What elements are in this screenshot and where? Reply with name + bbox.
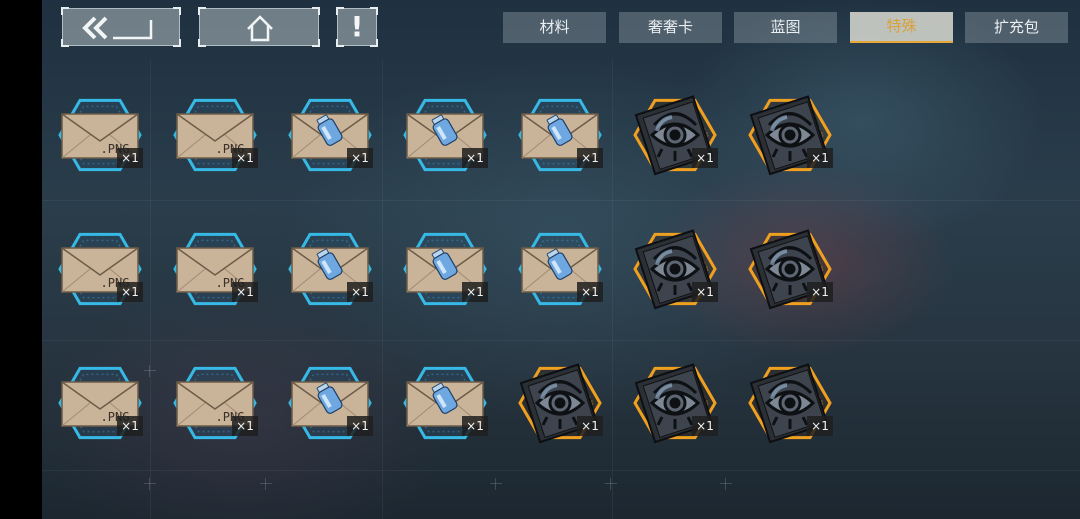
envelope-bottle-item[interactable]: ×1: [287, 225, 377, 315]
quantity-badge: ×1: [462, 282, 488, 302]
envelope-bottle-item[interactable]: ×1: [287, 91, 377, 181]
quantity-badge: ×1: [232, 148, 258, 168]
grid-plus-mark: [720, 478, 732, 490]
quantity-badge: ×1: [577, 282, 603, 302]
eye-card-item[interactable]: ×1: [632, 225, 722, 315]
quantity-badge: ×1: [692, 282, 718, 302]
envelope-png-item[interactable]: .PNG ×1: [57, 225, 147, 315]
envelope-png-item[interactable]: .PNG ×1: [172, 359, 262, 449]
envelope-bottle-item[interactable]: ×1: [402, 225, 492, 315]
grid-line: [150, 60, 151, 519]
envelope-bottle-item[interactable]: ×1: [402, 91, 492, 181]
house-icon: [247, 15, 273, 42]
grid-line: [612, 60, 613, 519]
quantity-badge: ×1: [807, 282, 833, 302]
double-chevron-left-icon: [82, 16, 153, 40]
quantity-badge: ×1: [577, 148, 603, 168]
eye-card-item[interactable]: ×1: [517, 359, 607, 449]
quantity-badge: ×1: [347, 416, 373, 436]
eye-card-item[interactable]: ×1: [747, 225, 837, 315]
back-button[interactable]: [61, 7, 181, 47]
quantity-badge: ×1: [577, 416, 603, 436]
quantity-badge: ×1: [117, 282, 143, 302]
envelope-bottle-item[interactable]: ×1: [402, 359, 492, 449]
envelope-bottle-item[interactable]: ×1: [287, 359, 377, 449]
grid-plus-mark: [144, 478, 156, 490]
quantity-badge: ×1: [807, 416, 833, 436]
grid-line: [382, 60, 383, 519]
grid-line: [42, 470, 1080, 471]
quantity-badge: ×1: [807, 148, 833, 168]
quantity-badge: ×1: [692, 148, 718, 168]
exclamation-icon: !: [350, 10, 364, 43]
quantity-badge: ×1: [232, 282, 258, 302]
quantity-badge: ×1: [117, 148, 143, 168]
grid-plus-mark: [260, 478, 272, 490]
eye-card-item[interactable]: ×1: [747, 359, 837, 449]
quantity-badge: ×1: [462, 416, 488, 436]
grid-plus-mark: [605, 478, 617, 490]
envelope-bottle-item[interactable]: ×1: [517, 225, 607, 315]
envelope-bottle-item[interactable]: ×1: [517, 91, 607, 181]
envelope-png-item[interactable]: .PNG ×1: [57, 359, 147, 449]
quantity-badge: ×1: [462, 148, 488, 168]
tab-5[interactable]: 扩充包: [965, 12, 1068, 43]
tab-1[interactable]: 材料: [503, 12, 606, 43]
game-background: ! 材料 奢奢卡 蓝图 特殊 扩充包 .PNG ×1 .PNG ×1 ×1 ×1 ×1 ×1 ×1 .PN…: [42, 0, 1080, 519]
tab-3[interactable]: 蓝图: [734, 12, 837, 43]
envelope-png-item[interactable]: .PNG ×1: [172, 91, 262, 181]
grid-plus-mark: [490, 478, 502, 490]
quantity-badge: ×1: [347, 282, 373, 302]
tab-2[interactable]: 奢奢卡: [619, 12, 722, 43]
alert-button[interactable]: !: [336, 7, 378, 47]
quantity-badge: ×1: [232, 416, 258, 436]
quantity-badge: ×1: [347, 148, 373, 168]
envelope-png-item[interactable]: .PNG ×1: [57, 91, 147, 181]
home-button[interactable]: [198, 7, 320, 47]
eye-card-item[interactable]: ×1: [747, 91, 837, 181]
grid-line: [42, 200, 1080, 201]
envelope-png-item[interactable]: .PNG ×1: [172, 225, 262, 315]
eye-card-item[interactable]: ×1: [632, 91, 722, 181]
grid-line: [42, 340, 1080, 341]
quantity-badge: ×1: [692, 416, 718, 436]
eye-card-item[interactable]: ×1: [632, 359, 722, 449]
quantity-badge: ×1: [117, 416, 143, 436]
tab-4[interactable]: 特殊: [850, 12, 953, 43]
